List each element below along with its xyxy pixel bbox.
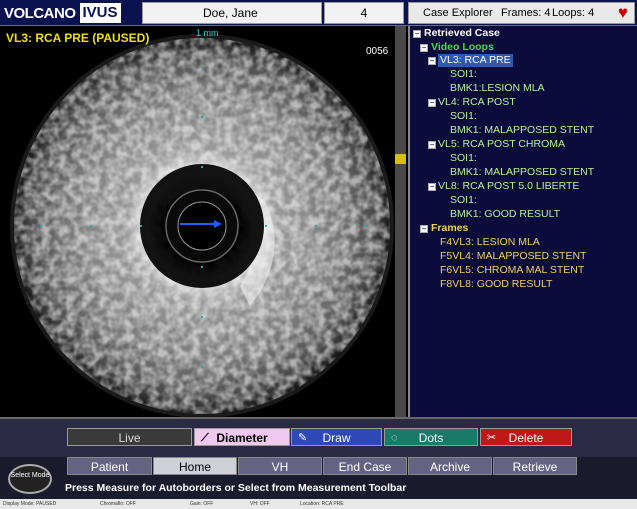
tree-frames[interactable]: Frames xyxy=(431,222,468,235)
patient-name-field[interactable]: Doe, Jane xyxy=(142,2,322,24)
tree-root[interactable]: Retrieved Case xyxy=(424,27,500,40)
tree-soi[interactable]: SOI1: xyxy=(450,68,477,81)
status-location: Location: RCA PRE xyxy=(300,501,344,507)
tree-loop-vl3[interactable]: VL3: RCA PRE xyxy=(438,54,513,67)
tree-bmk[interactable]: BMK1: MALAPPOSED STENT xyxy=(450,124,594,137)
dots-icon: ◌ xyxy=(391,432,398,444)
scale-label: 1 mm xyxy=(196,28,219,38)
loops-count: Loops: 4 xyxy=(552,7,595,19)
ivus-image-pane[interactable]: VL3: RCA PRE (PAUSED) 1 mm 0056 xyxy=(0,26,405,417)
header-bar: VOLCANO IVUS Doe, Jane 4 Case Explorer F… xyxy=(0,0,637,26)
case-explorer-tree: − Retrieved Case − Video Loops − VL3: RC… xyxy=(408,26,637,417)
status-gain: Gain: OFF xyxy=(190,501,214,507)
draw-button[interactable]: ✎ Draw xyxy=(291,428,382,446)
dots-button[interactable]: ◌ Dots xyxy=(384,428,478,446)
case-explorer-bar: Case Explorer Frames: 4 Loops: 4 ♥ xyxy=(408,2,635,24)
dots-label: Dots xyxy=(418,431,444,445)
collapse-root-icon[interactable]: − xyxy=(413,30,421,38)
splitter-bar[interactable] xyxy=(395,26,406,417)
tab-retrieve[interactable]: Retrieve xyxy=(493,457,577,475)
tree-frame-item[interactable]: F8VL8: GOOD RESULT xyxy=(440,278,552,291)
patient-id-field[interactable]: 4 xyxy=(324,2,404,24)
case-explorer-title: Case Explorer xyxy=(423,7,493,19)
status-bar: Display Mode: PAUSED Chromaflo: OFF Gain… xyxy=(0,499,637,509)
logo-brand: VOLCANO xyxy=(2,4,78,22)
tree-bmk[interactable]: BMK1: MALAPPOSED STENT xyxy=(450,166,594,179)
logo-product: IVUS xyxy=(79,3,121,23)
tree-loop-vl4[interactable]: VL4: RCA POST xyxy=(438,96,516,109)
tree-soi[interactable]: SOI1: xyxy=(450,152,477,165)
diameter-icon: ⟋ xyxy=(201,432,209,444)
collapse-frames-icon[interactable]: − xyxy=(420,225,428,233)
delete-label: Delete xyxy=(508,431,544,445)
tab-archive[interactable]: Archive xyxy=(408,457,492,475)
select-mode-button[interactable]: Select Mode xyxy=(8,464,52,494)
diameter-label: Diameter xyxy=(216,431,268,445)
tree-frame-item[interactable]: F4VL3: LESION MLA xyxy=(440,236,540,249)
status-vh: VH: OFF xyxy=(250,501,270,507)
collapse-vl5-icon[interactable]: − xyxy=(428,141,436,149)
status-display-mode: Display Mode: PAUSED xyxy=(3,501,57,507)
delete-button[interactable]: ✂ Delete xyxy=(480,428,572,446)
tree-bmk[interactable]: BMK1:LESION MLA xyxy=(450,82,545,95)
volcano-logo: VOLCANO IVUS xyxy=(2,2,140,24)
tree-loop-vl5[interactable]: VL5: RCA POST CHROMA xyxy=(438,138,565,151)
live-button[interactable]: Live xyxy=(67,428,192,446)
tab-home[interactable]: Home xyxy=(153,457,237,475)
navigation-bar: Select Mode Patient Home VH End Case Arc… xyxy=(0,457,637,499)
tree-loop-vl8[interactable]: VL8: RCA POST 5.0 LIBERTE xyxy=(438,180,579,193)
splitter-handle-icon[interactable] xyxy=(395,154,406,164)
status-chromaflo: Chromaflo: OFF xyxy=(100,501,136,507)
frames-count: Frames: 4 xyxy=(501,7,551,19)
video-loop-title: VL3: RCA PRE (PAUSED) xyxy=(6,31,150,45)
delete-icon: ✂ xyxy=(487,432,497,444)
diameter-button[interactable]: ⟋ Diameter xyxy=(194,428,290,446)
frame-number: 0056 xyxy=(366,46,389,57)
tree-frame-item[interactable]: F6VL5: CHROMA MAL STENT xyxy=(440,264,584,277)
tab-end-case[interactable]: End Case xyxy=(323,457,407,475)
tree-soi[interactable]: SOI1: xyxy=(450,194,477,207)
tab-vh[interactable]: VH xyxy=(238,457,322,475)
tree-frame-item[interactable]: F5VL4: MALAPPOSED STENT xyxy=(440,250,586,263)
tree-soi[interactable]: SOI1: xyxy=(450,110,477,123)
pencil-icon: ✎ xyxy=(298,432,308,444)
tab-patient[interactable]: Patient xyxy=(67,457,152,475)
status-message: Press Measure for Autoborders or Select … xyxy=(65,482,407,494)
heart-icon[interactable]: ♥ xyxy=(618,4,628,22)
measurement-toolbar: Live ⟋ Diameter ✎ Draw ◌ Dots ✂ Delete xyxy=(0,417,637,457)
collapse-vl4-icon[interactable]: − xyxy=(428,99,436,107)
collapse-vl3-icon[interactable]: − xyxy=(428,57,436,65)
ivus-cross-section xyxy=(10,34,394,417)
tree-bmk[interactable]: BMK1: GOOD RESULT xyxy=(450,208,560,221)
catheter-core xyxy=(177,201,227,251)
collapse-video-loops-icon[interactable]: − xyxy=(420,44,428,52)
tree-video-loops[interactable]: Video Loops xyxy=(431,41,494,54)
draw-label: Draw xyxy=(322,431,351,445)
collapse-vl8-icon[interactable]: − xyxy=(428,183,436,191)
